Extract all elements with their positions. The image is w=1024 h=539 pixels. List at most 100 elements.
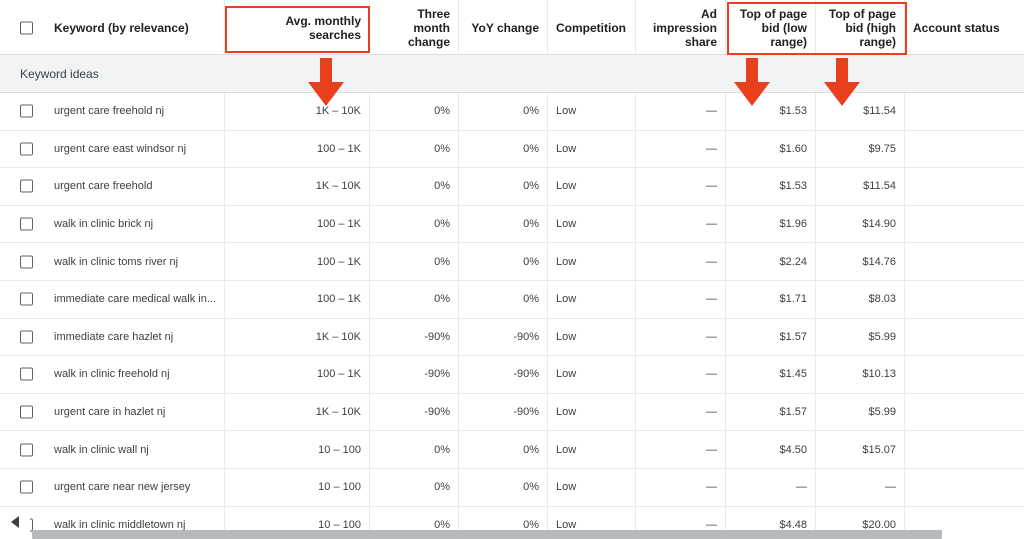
checkbox-icon[interactable] [20, 443, 33, 457]
ad-impression-share-cell: — [636, 431, 726, 468]
header-top-bid-low[interactable]: Top of page bid (low range) [726, 0, 816, 55]
row-checkbox-cell [0, 243, 46, 280]
three-month-change-cell: 0% [370, 205, 459, 243]
account-status-cell [905, 431, 1024, 468]
account-status-cell [905, 131, 1024, 168]
caret-left-icon [11, 516, 19, 528]
ad-impression-share-cell: — [636, 205, 726, 243]
ad-impression-share-cell: — [636, 130, 726, 168]
checkbox-icon[interactable] [20, 405, 33, 419]
keyword-cell: immediate care hazlet nj [46, 318, 225, 356]
table-row[interactable]: walk in clinic brick nj 100 – 1K 0% 0% Low — $… [0, 205, 1024, 244]
ad-impression-share-cell: — [636, 93, 726, 130]
header-top-bid-high[interactable]: Top of page bid (high range) [816, 0, 905, 55]
table-row[interactable]: urgent care freehold 1K – 10K 0% 0% Low — $1.5… [0, 168, 1024, 206]
header-yoy-change[interactable]: YoY change [459, 0, 548, 55]
three-month-change-cell: 0% [370, 281, 459, 318]
checkbox-icon[interactable] [20, 367, 33, 381]
keyword-cell: walk in clinic brick nj [46, 205, 225, 243]
ad-impression-share-cell: — [636, 356, 726, 393]
keyword-cell: walk in clinic freehold nj [46, 356, 225, 393]
competition-cell: Low [548, 168, 636, 205]
section-keyword-ideas: Keyword ideas [0, 55, 1024, 93]
yoy-change-cell: -90% [459, 318, 548, 356]
row-checkbox-cell [0, 168, 46, 205]
checkbox-icon[interactable] [20, 330, 33, 344]
scroll-left-button[interactable] [0, 510, 30, 534]
account-status-cell [905, 243, 1024, 280]
yoy-change-cell: 0% [459, 205, 548, 243]
competition-cell: Low [548, 393, 636, 431]
checkbox-icon[interactable] [20, 255, 33, 269]
ad-impression-share-cell: — [636, 281, 726, 318]
yoy-change-cell: -90% [459, 393, 548, 431]
avg-monthly-searches-cell: 100 – 1K [225, 281, 370, 318]
checkbox-icon[interactable] [20, 292, 33, 306]
competition-cell: Low [548, 356, 636, 393]
avg-monthly-searches-cell: 1K – 10K [225, 93, 370, 130]
header-competition[interactable]: Competition [548, 0, 636, 55]
top-bid-low-cell: $1.57 [726, 393, 816, 431]
arrow-down-icon [734, 58, 770, 106]
checkbox-icon[interactable] [20, 179, 33, 193]
horizontal-scrollbar-thumb[interactable] [32, 530, 942, 539]
checkbox-icon[interactable] [20, 104, 33, 118]
yoy-change-cell: 0% [459, 469, 548, 506]
account-status-cell [905, 319, 1024, 356]
header-keyword[interactable]: Keyword (by relevance) [46, 0, 225, 55]
checkbox-icon[interactable] [20, 217, 33, 231]
header-ad-impression-share[interactable]: Ad impression share [636, 0, 726, 55]
competition-cell: Low [548, 130, 636, 168]
table-row[interactable]: urgent care freehold nj 1K – 10K 0% 0% Low — $… [0, 93, 1024, 131]
ad-impression-share-cell: — [636, 393, 726, 431]
avg-monthly-searches-cell: 100 – 1K [225, 243, 370, 280]
header-avg-monthly-searches[interactable]: Avg. monthly searches [225, 0, 370, 55]
table-row[interactable]: walk in clinic toms river nj 100 – 1K 0% 0%… [0, 243, 1024, 281]
three-month-change-cell: 0% [370, 130, 459, 168]
avg-monthly-searches-cell: 100 – 1K [225, 205, 370, 243]
table-row[interactable]: walk in clinic wall nj 10 – 100 0% 0% Low — $4… [0, 431, 1024, 469]
table-header: Keyword (by relevance) Avg. monthly sear… [0, 0, 1024, 55]
keyword-cell: urgent care east windsor nj [46, 130, 225, 168]
row-checkbox-cell [0, 431, 46, 468]
row-checkbox-cell [0, 319, 46, 356]
yoy-change-cell: 0% [459, 281, 548, 318]
header-three-month-change[interactable]: Three month change [370, 0, 459, 55]
avg-monthly-searches-cell: 100 – 1K [225, 130, 370, 168]
table-row[interactable]: immediate care hazlet nj 1K – 10K -90% -90%… [0, 318, 1024, 357]
arrow-down-icon [308, 58, 344, 106]
row-checkbox-cell [0, 131, 46, 168]
three-month-change-cell: 0% [370, 243, 459, 280]
avg-monthly-searches-cell: 10 – 100 [225, 469, 370, 506]
top-bid-low-cell: $1.57 [726, 318, 816, 356]
select-all-checkbox[interactable] [20, 21, 33, 34]
table-row[interactable]: urgent care east windsor nj 100 – 1K 0% 0% L… [0, 130, 1024, 169]
yoy-change-cell: -90% [459, 356, 548, 393]
table-row[interactable]: walk in clinic freehold nj 100 – 1K -90% -9… [0, 356, 1024, 394]
competition-cell: Low [548, 318, 636, 356]
header-account-status[interactable]: Account status [905, 0, 1024, 55]
keyword-cell: urgent care near new jersey [46, 469, 225, 506]
competition-cell: Low [548, 93, 636, 130]
checkbox-icon[interactable] [20, 480, 33, 494]
top-bid-high-cell: $10.13 [816, 356, 905, 393]
table-row[interactable]: urgent care in hazlet nj 1K – 10K -90% -90%… [0, 393, 1024, 432]
row-checkbox-cell [0, 281, 46, 318]
table-row[interactable]: immediate care medical walk in... 100 – 1… [0, 281, 1024, 319]
three-month-change-cell: 0% [370, 93, 459, 130]
avg-monthly-searches-cell: 100 – 1K [225, 356, 370, 393]
table-row[interactable]: urgent care near new jersey 10 – 100 0% 0% L… [0, 469, 1024, 507]
checkbox-icon[interactable] [20, 142, 33, 156]
competition-cell: Low [548, 469, 636, 506]
top-bid-low-cell: $1.60 [726, 130, 816, 168]
yoy-change-cell: 0% [459, 431, 548, 468]
top-bid-low-cell: $1.96 [726, 205, 816, 243]
keyword-cell: urgent care freehold nj [46, 93, 225, 130]
top-bid-high-cell: $15.07 [816, 431, 905, 468]
three-month-change-cell: 0% [370, 431, 459, 468]
competition-cell: Low [548, 205, 636, 243]
row-checkbox-cell [0, 93, 46, 130]
row-checkbox-cell [0, 394, 46, 431]
row-checkbox-cell [0, 469, 46, 506]
ad-impression-share-cell: — [636, 243, 726, 280]
